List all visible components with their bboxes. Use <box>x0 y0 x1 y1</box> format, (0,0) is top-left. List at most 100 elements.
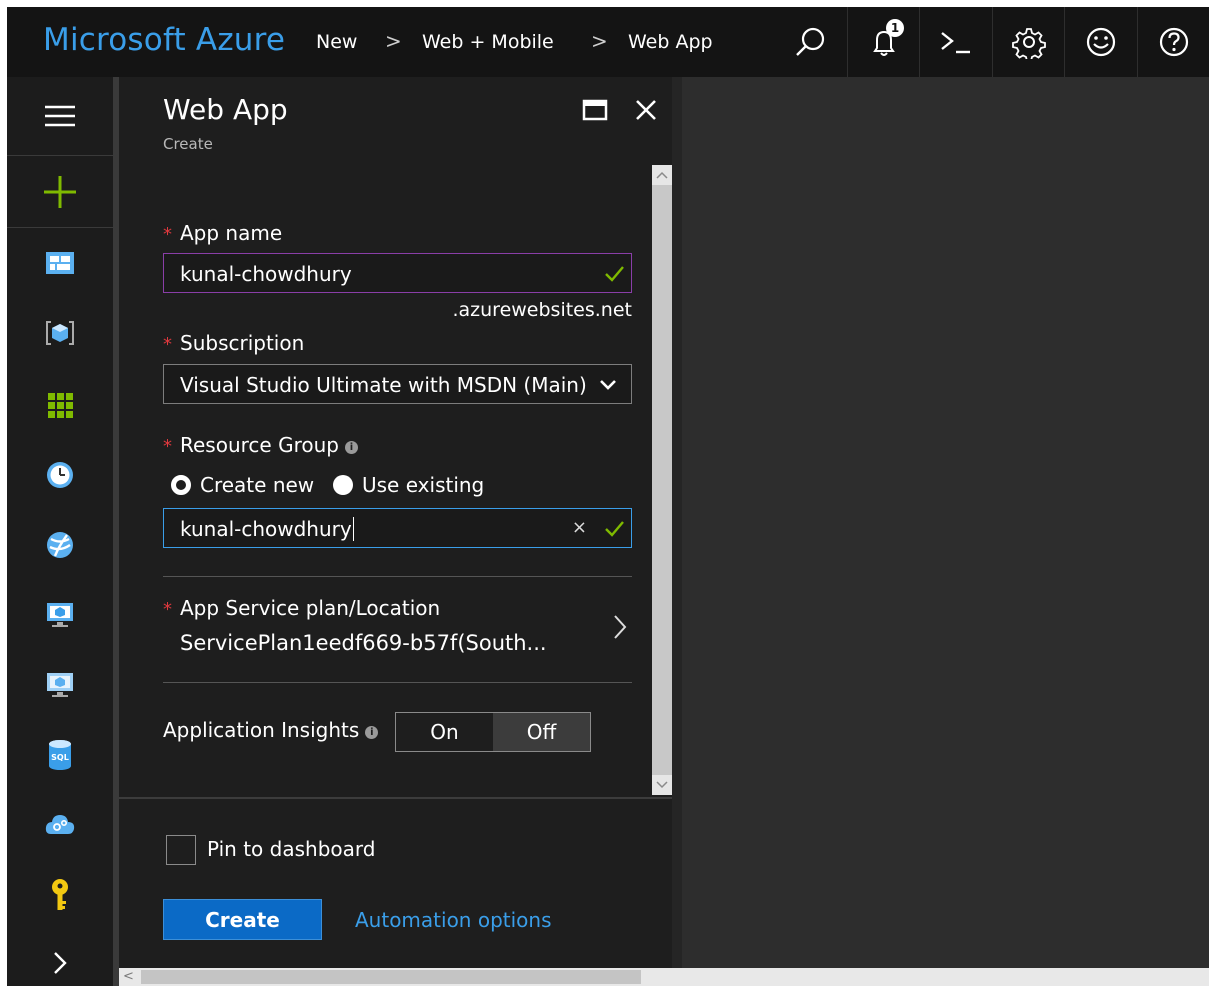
cloud-shell-button[interactable] <box>919 7 991 77</box>
nav-virtual-machines-classic[interactable] <box>7 665 113 705</box>
resource-group-label: * Resource Group i <box>163 433 358 457</box>
scroll-down-button[interactable] <box>652 775 672 795</box>
application-insights-toggle[interactable]: On Off <box>395 712 591 752</box>
required-marker: * <box>163 436 172 457</box>
nav-recent[interactable] <box>7 455 113 495</box>
nav-all-resources[interactable] <box>7 385 113 425</box>
help-button[interactable] <box>1137 7 1209 77</box>
more-services-button[interactable] <box>7 943 113 983</box>
info-icon[interactable]: i <box>344 441 358 454</box>
required-marker: * <box>163 599 172 620</box>
section-divider <box>163 576 632 577</box>
virtual-machines-classic-icon <box>47 673 73 697</box>
radio-use-existing[interactable]: Use existing <box>333 473 484 497</box>
new-resource-button[interactable] <box>7 165 113 219</box>
info-icon[interactable]: i <box>365 726 379 739</box>
all-resources-icon <box>48 393 73 418</box>
nav-resource-groups[interactable] <box>7 313 113 353</box>
top-bar: Microsoft Azure New > Web + Mobile > Web… <box>7 7 1209 77</box>
vertical-scrollbar[interactable] <box>652 165 672 795</box>
resource-group-input[interactable]: kunal-chowdhury × <box>163 508 632 548</box>
app-name-input[interactable]: kunal-chowdhury <box>163 253 632 293</box>
breadcrumb-web-app[interactable]: Web App <box>628 31 713 53</box>
settings-button[interactable] <box>992 7 1064 77</box>
nav-app-services[interactable] <box>7 525 113 565</box>
close-icon <box>636 100 656 120</box>
resource-group-value: kunal-chowdhury <box>180 517 354 541</box>
radio-create-new[interactable]: Create new <box>171 473 314 497</box>
subscription-select[interactable]: Visual Studio Ultimate with MSDN (Main) <box>163 364 632 404</box>
breadcrumb-separator: > <box>591 29 608 53</box>
cloud-services-icon <box>45 815 75 834</box>
nav-dashboard[interactable] <box>7 243 113 283</box>
workspace-area <box>672 77 1209 968</box>
feedback-icon <box>1086 27 1115 57</box>
workspace-edge <box>672 77 682 968</box>
nav-separator <box>7 155 113 156</box>
radio-selected-icon <box>171 475 191 495</box>
create-web-app-blade: Web App Create * App name kunal-chowdhury… <box>119 77 672 986</box>
key-vault-icon <box>52 879 68 910</box>
automation-options-link[interactable]: Automation options <box>355 908 552 932</box>
feedback-button[interactable] <box>1064 7 1136 77</box>
left-navigation: SQL <box>7 77 113 986</box>
valid-check-icon <box>605 266 624 282</box>
recent-icon <box>47 462 73 488</box>
settings-icon <box>1011 28 1046 59</box>
new-plus-icon <box>44 176 76 208</box>
scroll-up-button[interactable] <box>652 165 672 185</box>
sql-databases-icon: SQL <box>49 740 71 770</box>
insights-on-option[interactable]: On <box>396 713 493 751</box>
chevron-down-icon <box>656 781 668 789</box>
menu-button[interactable] <box>7 91 113 141</box>
valid-check-icon <box>605 521 624 537</box>
notification-badge: 1 <box>886 19 904 37</box>
app-name-label: * App name <box>163 221 283 245</box>
pin-to-dashboard-label[interactable]: Pin to dashboard <box>207 837 375 861</box>
app-service-plan-value: ServicePlan1eedf669-b57f(South... <box>180 631 547 655</box>
maximize-button[interactable] <box>580 95 610 125</box>
hamburger-icon <box>45 105 75 127</box>
insights-off-option[interactable]: Off <box>493 713 590 751</box>
clear-input-button[interactable]: × <box>572 517 587 538</box>
required-marker: * <box>163 224 172 245</box>
create-button[interactable]: Create <box>163 899 322 940</box>
nav-cloud-services[interactable] <box>7 805 113 845</box>
nav-separator <box>7 227 113 228</box>
scroll-left-icon[interactable]: < <box>123 969 134 984</box>
blade-title: Web App <box>163 93 288 126</box>
cloud-shell-icon <box>940 32 970 54</box>
nav-key-vault[interactable] <box>7 875 113 915</box>
breadcrumb-separator: > <box>385 29 402 53</box>
dashboard-icon <box>46 252 74 274</box>
horizontal-scrollbar[interactable]: < <box>119 968 1209 986</box>
nav-sql-databases[interactable]: SQL <box>7 735 113 775</box>
search-button[interactable] <box>775 7 847 77</box>
radio-unselected-icon <box>333 475 353 495</box>
brand-title[interactable]: Microsoft Azure <box>43 22 285 58</box>
virtual-machines-icon <box>47 603 73 627</box>
breadcrumb-new[interactable]: New <box>316 31 357 53</box>
chevron-right-icon <box>614 615 627 639</box>
app-service-plan-row[interactable]: * App Service plan/Location ServicePlan1e… <box>163 585 632 673</box>
help-icon <box>1159 27 1188 57</box>
app-name-value: kunal-chowdhury <box>180 262 352 286</box>
notifications-button[interactable]: 1 <box>847 7 919 77</box>
azure-portal-window: Microsoft Azure New > Web + Mobile > Web… <box>7 7 1209 986</box>
app-name-domain-suffix: .azurewebsites.net <box>452 299 632 321</box>
app-services-icon <box>47 532 73 558</box>
required-marker: * <box>163 334 172 355</box>
maximize-icon <box>582 99 608 121</box>
nav-virtual-machines[interactable] <box>7 595 113 635</box>
pin-to-dashboard-checkbox[interactable] <box>166 835 196 865</box>
breadcrumb-web-mobile[interactable]: Web + Mobile <box>422 31 554 53</box>
close-button[interactable] <box>631 95 661 125</box>
resource-groups-icon <box>46 321 74 345</box>
chevron-up-icon <box>656 171 668 179</box>
section-divider <box>163 682 632 683</box>
application-insights-label: Application Insights i <box>163 718 379 742</box>
horizontal-scroll-thumb[interactable] <box>141 970 641 984</box>
subscription-label: * Subscription <box>163 331 305 355</box>
blade-subtitle: Create <box>163 135 213 153</box>
subscription-value: Visual Studio Ultimate with MSDN (Main) <box>180 373 587 397</box>
